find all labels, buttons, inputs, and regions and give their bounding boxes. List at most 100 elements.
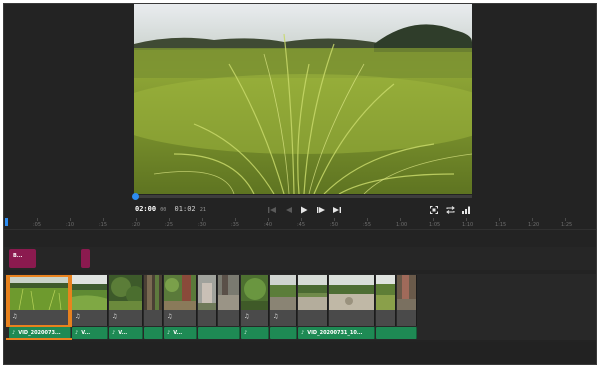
audio-clip[interactable]: ♪ V... [109, 327, 143, 339]
audio-wave-icon: ♫ [167, 313, 173, 320]
title-clip[interactable] [81, 249, 90, 268]
ruler-tick [400, 218, 401, 221]
video-clip[interactable] [218, 275, 240, 310]
audio-clip-icon: ♪ [301, 330, 305, 336]
duration-frames: 21 [199, 207, 206, 213]
scrub-bar[interactable] [132, 193, 472, 200]
audio-clip[interactable] [144, 327, 163, 339]
audio-clip[interactable]: ♪ V... [164, 327, 197, 339]
ruler-tick [466, 218, 467, 221]
audio-clip[interactable]: ♪ VID_20200731_10... [298, 327, 375, 339]
audio-clip-icon: ♪ [12, 330, 16, 336]
playhead[interactable] [5, 218, 8, 226]
ruler-label: :45 [297, 222, 306, 228]
ruler-label: :10 [66, 222, 75, 228]
ruler-label: :20 [132, 222, 141, 228]
video-clip[interactable] [198, 275, 217, 310]
audio-waveform [144, 310, 163, 326]
scrub-handle[interactable] [132, 193, 139, 200]
step-back-icon[interactable] [283, 205, 295, 215]
audio-wave-icon: ♫ [112, 313, 118, 320]
audio-clip-icon: ♪ [75, 330, 79, 336]
skip-start-icon[interactable] [266, 205, 278, 215]
skip-end-icon[interactable] [331, 205, 343, 215]
video-clip[interactable] [144, 275, 163, 310]
audio-clip[interactable]: ♪ [241, 327, 269, 339]
video-clip[interactable] [298, 275, 328, 310]
audio-clip-label: V... [173, 330, 183, 336]
audio-clip-icon: ♪ [244, 330, 248, 336]
timecode-display: 02:00 00 01:02 21 [135, 205, 206, 213]
ruler-tick [565, 218, 566, 221]
ruler-label: 1:25 [561, 222, 573, 228]
quality-icon[interactable] [460, 205, 472, 215]
audio-waveform: ♫ [164, 310, 197, 326]
ruler-label: 1:05 [429, 222, 441, 228]
ruler-tick [37, 218, 38, 221]
selection-outline-bottom [6, 325, 72, 327]
video-clip[interactable] [109, 275, 143, 310]
audio-waveform: ♫ [241, 310, 269, 326]
video-clip[interactable] [270, 275, 297, 310]
video-clip[interactable] [72, 275, 108, 310]
audio-waveform [397, 310, 417, 326]
audio-waveform [376, 310, 396, 326]
audio-clip[interactable] [376, 327, 417, 339]
ruler-label: :55 [363, 222, 372, 228]
audio-clip[interactable] [198, 327, 240, 339]
loop-icon[interactable] [444, 205, 456, 215]
audio-clip[interactable]: ♪ V... [72, 327, 108, 339]
video-clip[interactable] [164, 275, 197, 310]
audio-waveform [329, 310, 375, 326]
ruler-tick [103, 218, 104, 221]
title-clip[interactable]: B... [9, 249, 36, 268]
audio-clip[interactable] [270, 327, 297, 339]
audio-waveform: ♫ [72, 310, 108, 326]
audio-waveform [218, 310, 240, 326]
audio-wave-icon: ♫ [244, 313, 250, 320]
audio-wave-icon: ♫ [273, 313, 279, 320]
audio-clip-label: V... [81, 330, 91, 336]
play-icon[interactable] [298, 205, 310, 215]
video-editor: 02:00 00 01:02 21 :05:10:15:20:25:30:35:… [3, 3, 597, 365]
trim-handle-left[interactable] [6, 275, 10, 327]
ruler-tick [367, 218, 368, 221]
audio-waveform: ♫ [109, 310, 143, 326]
step-forward-icon[interactable] [315, 205, 327, 215]
video-clip[interactable] [241, 275, 269, 310]
selection-outline-audio [6, 338, 72, 340]
ruler-tick [334, 218, 335, 221]
audio-clip-icon: ♪ [112, 330, 116, 336]
ruler-label: :35 [231, 222, 240, 228]
video-clip[interactable] [397, 275, 417, 310]
ruler-tick [169, 218, 170, 221]
ruler-label: 1:10 [462, 222, 474, 228]
ruler-label: 1:20 [528, 222, 540, 228]
current-frames: 00 [160, 207, 167, 213]
ruler-tick [235, 218, 236, 221]
ruler-label: :40 [264, 222, 273, 228]
video-preview[interactable] [134, 4, 472, 194]
audio-clip-label: V... [118, 330, 128, 336]
audio-waveform [298, 310, 328, 326]
ruler-tick [499, 218, 500, 221]
ruler-label: :15 [99, 222, 108, 228]
audio-waveform [198, 310, 217, 326]
audio-waveform: ♫ [270, 310, 297, 326]
duration: 01:02 [174, 205, 196, 213]
ruler-tick [433, 218, 434, 221]
ruler-tick [70, 218, 71, 221]
audio-clip-label: VID_20200731_10... [307, 330, 363, 336]
timeline-ruler[interactable]: :05:10:15:20:25:30:35:40:45:50:55 1:00 1:0… [4, 218, 596, 230]
ruler-tick [532, 218, 533, 221]
title-track [4, 247, 596, 270]
video-clip[interactable] [376, 275, 396, 310]
ruler-tick [268, 218, 269, 221]
ruler-tick [301, 218, 302, 221]
ruler-label: :50 [330, 222, 339, 228]
video-clip[interactable] [329, 275, 375, 310]
empty-track [4, 342, 596, 364]
video-clip[interactable] [9, 275, 71, 310]
trim-handle-right[interactable] [68, 275, 72, 327]
fullscreen-icon[interactable] [428, 205, 440, 215]
